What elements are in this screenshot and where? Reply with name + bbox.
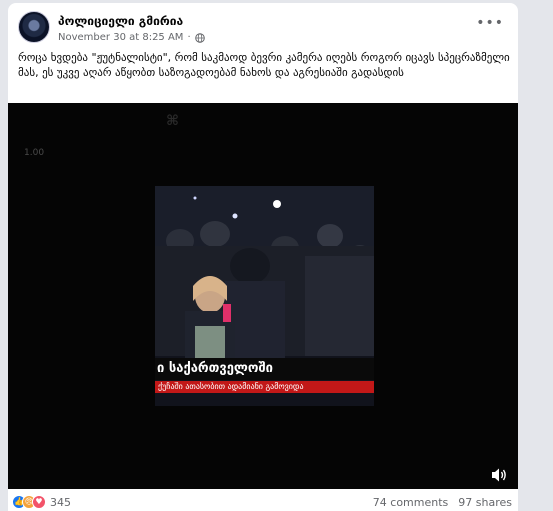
post-text: როცა ხვდება "ჟუტნალისტი", რომ საკმაოდ ბე… [18, 51, 510, 79]
video-player[interactable]: ⌘ 1.00 ი საქართველოში ქუჩაში ათასობით ად… [8, 103, 518, 489]
news-ticker: ქუჩაში ათასობით ადამიანი გამოვიდა [155, 381, 374, 393]
speaker-icon[interactable] [490, 467, 508, 483]
more-options-icon[interactable]: ••• [476, 15, 504, 31]
shares-count[interactable]: 97 shares [458, 496, 512, 509]
care-reaction-icon: ♥ [32, 495, 46, 509]
post-card: პოლიციელი გმირია November 30 at 8:25 AM … [8, 3, 518, 511]
avatar[interactable] [18, 11, 50, 43]
video-frame: ი საქართველოში ქუჩაში ათასობით ადამიანი … [155, 186, 374, 406]
dot-separator: · [187, 32, 191, 43]
engagement-stats: 74 comments 97 shares [373, 496, 512, 509]
watermark-icon: ⌘ [166, 113, 179, 129]
reaction-count: 345 [50, 495, 71, 509]
news-banner: ი საქართველოში [155, 358, 374, 380]
post-header: პოლიციელი გმირია November 30 at 8:25 AM … [18, 11, 508, 47]
post-footer: 👍 😠 ♥ 345 74 comments 97 shares [8, 493, 518, 511]
playback-speed: 1.00 [24, 148, 45, 158]
globe-icon [194, 32, 205, 43]
timestamp[interactable]: November 30 at 8:25 AM [58, 32, 183, 43]
reactions-summary[interactable]: 👍 😠 ♥ 345 [12, 495, 71, 509]
comments-count[interactable]: 74 comments [373, 496, 449, 509]
author-name[interactable]: პოლიციელი გმირია [58, 14, 183, 28]
post-meta: November 30 at 8:25 AM · [58, 32, 205, 43]
